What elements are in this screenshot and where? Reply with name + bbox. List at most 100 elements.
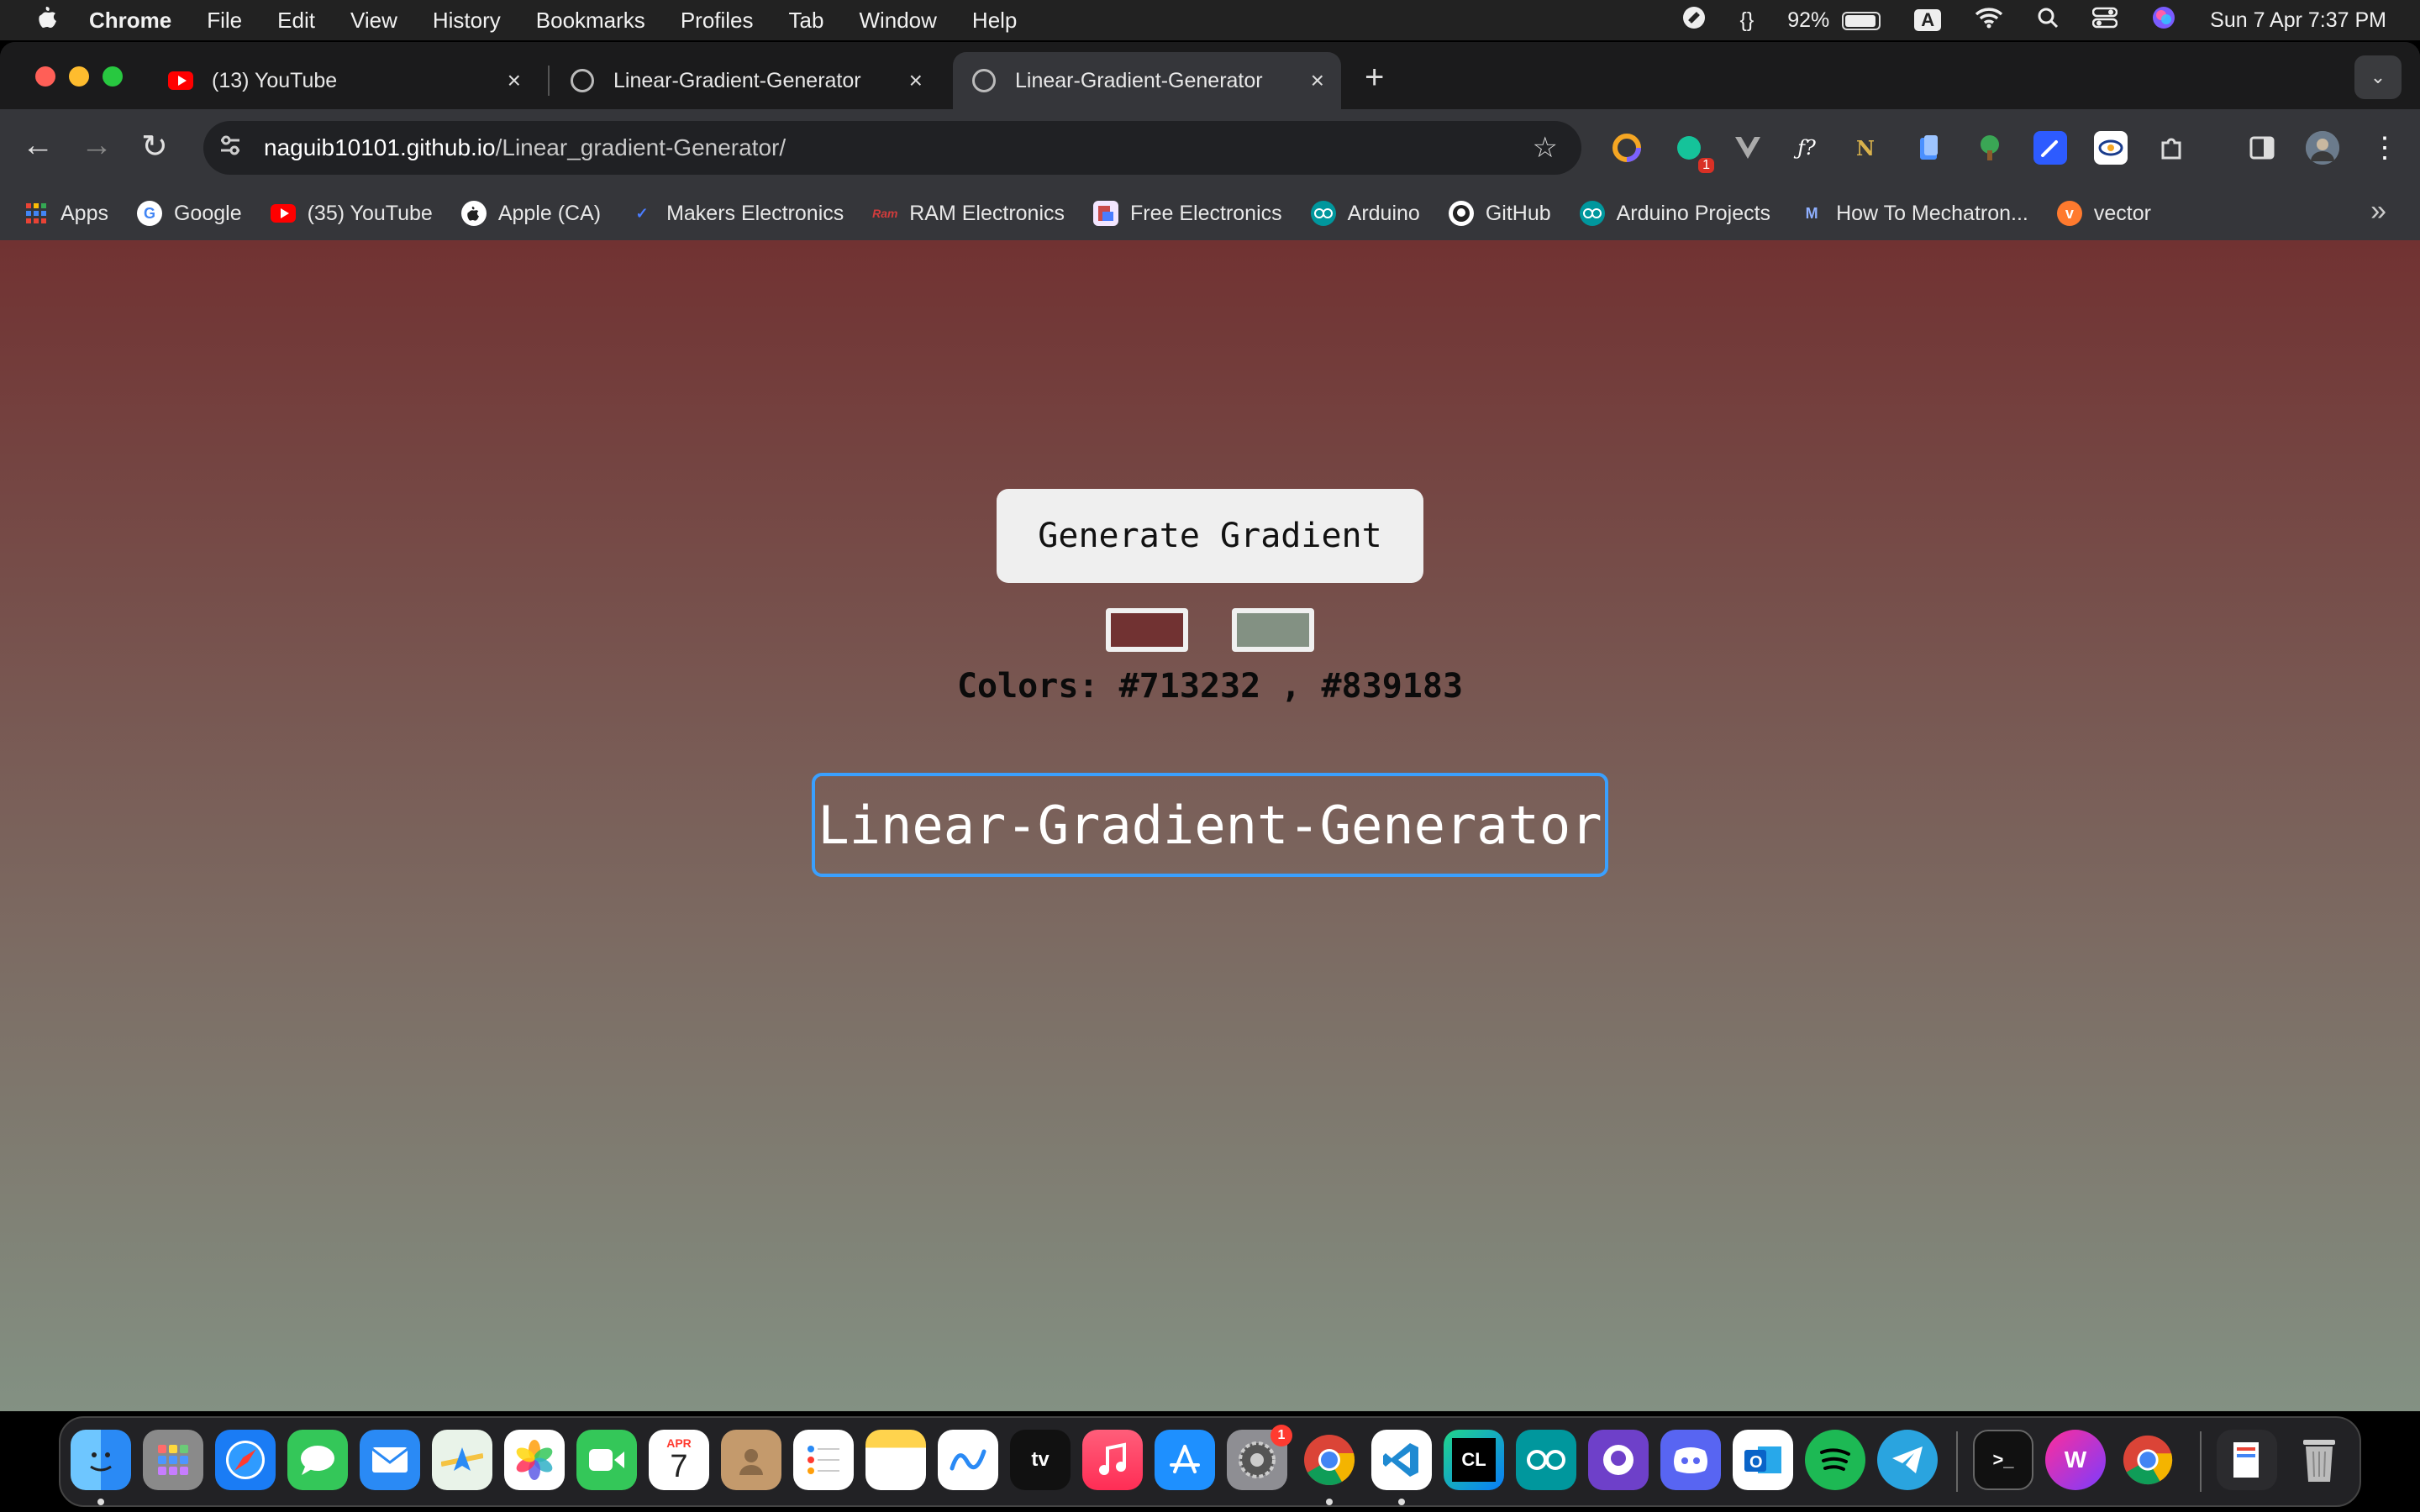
menu-history[interactable]: History [433, 8, 501, 34]
calendar-icon[interactable]: APR 7 [649, 1430, 709, 1490]
control-center-icon[interactable] [2091, 7, 2118, 34]
trash-icon[interactable] [2289, 1430, 2349, 1490]
launchpad-icon[interactable] [143, 1430, 203, 1490]
more-bookmarks-button[interactable]: » [2370, 195, 2386, 228]
chrome-icon[interactable] [1299, 1430, 1360, 1490]
freeform-icon[interactable] [938, 1430, 998, 1490]
reminders-icon[interactable] [793, 1430, 854, 1490]
bookmark-vector[interactable]: v vector [2056, 201, 2151, 226]
chrome-menu-button[interactable]: ⋮ [2368, 131, 2402, 165]
close-window-button[interactable] [35, 66, 55, 87]
bookmark-arduino-projects[interactable]: Arduino Projects [1579, 201, 1770, 226]
arduino-ide-icon[interactable] [1516, 1430, 1576, 1490]
new-tab-button[interactable]: + [1365, 59, 1384, 97]
tab-youtube[interactable]: (13) YouTube × [150, 52, 538, 109]
system-settings-icon[interactable]: 1 [1227, 1425, 1292, 1490]
color-2-picker[interactable] [1232, 608, 1314, 652]
menu-window[interactable]: Window [859, 8, 936, 34]
close-tab-icon[interactable]: × [1311, 67, 1324, 94]
tab-linear-gradient-active[interactable]: Linear-Gradient-Generator × [953, 52, 1341, 109]
bookmark-how-to-mechatronics[interactable]: M How To Mechatron... [1799, 201, 2028, 226]
tab-linear-gradient-1[interactable]: Linear-Gradient-Generator × [551, 52, 939, 109]
downloads-stack-icon[interactable] [2217, 1430, 2277, 1490]
wifi-icon[interactable] [1975, 7, 2003, 34]
spotify-icon[interactable] [1805, 1430, 1865, 1490]
tree-extension-icon[interactable] [1973, 131, 2007, 165]
photos-icon[interactable] [504, 1430, 565, 1490]
bookmark-makers-electronics[interactable]: ✓ Makers Electronics [629, 201, 844, 226]
discord-icon[interactable] [1660, 1430, 1721, 1490]
telegram-icon[interactable] [1877, 1430, 1938, 1490]
reload-button[interactable]: ↻ [141, 128, 168, 165]
github-desktop-icon[interactable] [1588, 1430, 1649, 1490]
clock[interactable]: Sun 7 Apr 7:37 PM [2210, 8, 2386, 33]
site-info-icon[interactable] [218, 134, 244, 163]
maps-icon[interactable] [432, 1430, 492, 1490]
pen-extension-icon[interactable] [2033, 131, 2067, 165]
mail-icon[interactable] [360, 1430, 420, 1490]
siri-icon[interactable] [2151, 5, 2176, 36]
clion-icon[interactable]: CL [1444, 1430, 1504, 1490]
extension-n-icon[interactable]: N [1849, 131, 1882, 165]
menu-edit[interactable]: Edit [277, 8, 315, 34]
font-finder-icon[interactable]: ƒ? [1790, 131, 1823, 165]
close-tab-icon[interactable]: × [909, 67, 923, 94]
messages-icon[interactable] [287, 1430, 348, 1490]
bookmark-google[interactable]: G Google [136, 201, 242, 226]
braces-icon[interactable]: {} [1740, 8, 1754, 33]
notes-icon[interactable] [865, 1430, 926, 1490]
back-button[interactable]: ← [22, 128, 54, 164]
globe-icon [971, 68, 997, 93]
bookmark-star-icon[interactable]: ☆ [1533, 131, 1558, 165]
menu-profiles[interactable]: Profiles [681, 8, 754, 34]
generate-gradient-button[interactable]: Generate Gradient [997, 489, 1423, 583]
bookmark-apps[interactable]: Apps [24, 201, 108, 226]
facetime-icon[interactable] [576, 1430, 637, 1490]
menu-bookmarks[interactable]: Bookmarks [536, 8, 645, 34]
input-source-icon[interactable]: A [1914, 9, 1942, 31]
bookmark-ram-electronics[interactable]: Ram RAM Electronics [872, 201, 1065, 226]
terminal-icon[interactable]: >_ [1973, 1430, 2033, 1490]
contacts-icon[interactable] [721, 1430, 781, 1490]
color-1-picker[interactable] [1106, 608, 1188, 652]
bookmark-free-electronics[interactable]: Free Electronics [1093, 201, 1282, 226]
shazam-icon[interactable] [1681, 5, 1707, 36]
menu-chrome[interactable]: Chrome [89, 8, 171, 34]
clipboard-extension-icon[interactable] [1912, 131, 1946, 165]
outlook-icon[interactable]: O [1733, 1430, 1793, 1490]
wps-icon[interactable]: W [2045, 1430, 2106, 1490]
color-picker-extension-icon[interactable] [1610, 131, 1644, 165]
minimize-window-button[interactable] [69, 66, 89, 87]
forward-button[interactable]: → [81, 128, 113, 164]
menu-file[interactable]: File [207, 8, 242, 34]
safari-icon[interactable] [215, 1430, 276, 1490]
vue-devtools-icon[interactable] [1731, 131, 1765, 165]
vscode-icon[interactable] [1371, 1430, 1432, 1490]
colors-label: Colors: [956, 667, 1099, 706]
grammar-extension-icon[interactable]: 1 [1672, 131, 1714, 173]
address-bar[interactable]: naguib10101.github.io/Linear_gradient-Ge… [203, 121, 1581, 175]
spotlight-search-icon[interactable] [2037, 7, 2059, 34]
extensions-puzzle-icon[interactable] [2154, 131, 2188, 165]
zoom-window-button[interactable] [103, 66, 123, 87]
bookmark-apple[interactable]: Apple (CA) [460, 201, 601, 226]
bookmark-github[interactable]: GitHub [1448, 201, 1551, 226]
close-tab-icon[interactable]: × [508, 67, 521, 94]
finder-icon[interactable] [71, 1430, 131, 1490]
music-icon[interactable] [1082, 1430, 1143, 1490]
menu-tab[interactable]: Tab [789, 8, 824, 34]
bookmark-youtube[interactable]: (35) YouTube [270, 201, 433, 226]
app-store-icon[interactable] [1155, 1430, 1215, 1490]
apple-menu-icon[interactable] [32, 4, 66, 36]
eye-extension-icon[interactable] [2094, 131, 2128, 165]
menu-view[interactable]: View [350, 8, 397, 34]
apple-tv-icon[interactable]: tv [1010, 1430, 1071, 1490]
profile-avatar[interactable] [2306, 131, 2339, 165]
menu-help[interactable]: Help [972, 8, 1017, 34]
chrome-app-icon[interactable] [2118, 1430, 2178, 1490]
side-panel-icon[interactable] [2245, 131, 2279, 165]
tab-search-button[interactable]: ⌄ [2354, 55, 2402, 99]
battery-status[interactable]: 92% [1787, 8, 1881, 33]
url-text[interactable]: naguib10101.github.io/Linear_gradient-Ge… [264, 134, 786, 161]
bookmark-arduino[interactable]: Arduino [1310, 201, 1420, 226]
